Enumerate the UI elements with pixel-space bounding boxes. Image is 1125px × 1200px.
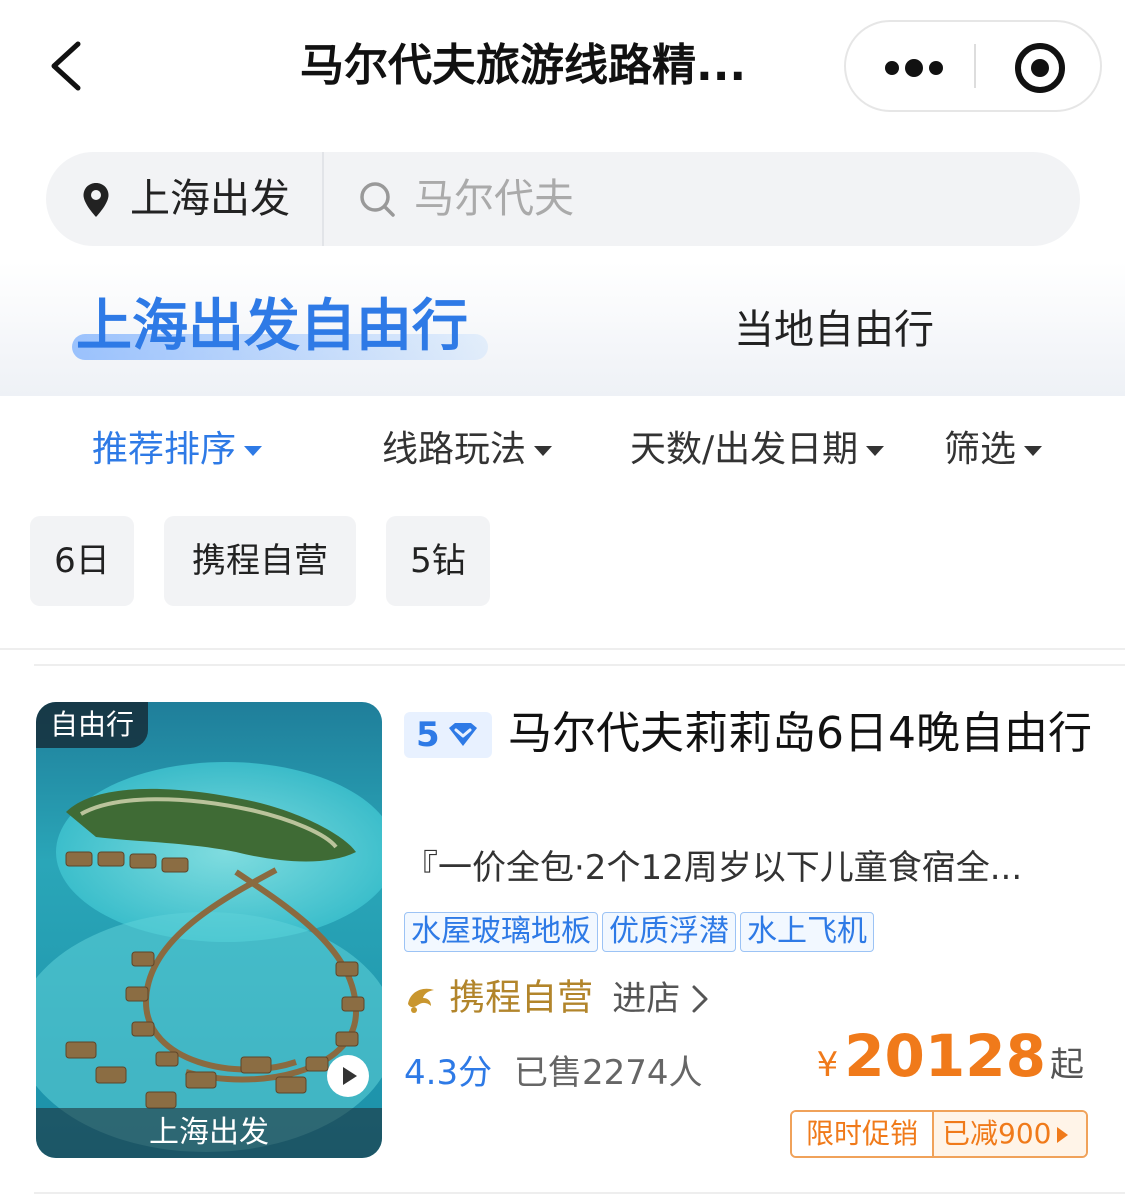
product-description: 『一价全包·2个12周岁以下儿童食宿全... bbox=[404, 848, 1023, 888]
price-currency: ¥ bbox=[816, 1045, 839, 1085]
filter-bar: 推荐排序 线路玩法 天数/出发日期 筛选 bbox=[0, 412, 1125, 492]
play-icon bbox=[327, 1055, 369, 1097]
departure-city-label: 上海出发 bbox=[130, 176, 290, 222]
feature-tag: 水屋玻璃地板 bbox=[404, 912, 598, 952]
section-divider bbox=[0, 648, 1125, 650]
product-thumbnail[interactable]: 自由行 上海出发 bbox=[36, 702, 382, 1158]
play-video-button[interactable] bbox=[326, 1054, 370, 1098]
close-mini-program-button[interactable] bbox=[976, 22, 1100, 110]
store-name: 携程自营 bbox=[449, 977, 594, 1019]
tab-shanghai-free-travel[interactable]: 上海出发自由行 bbox=[76, 292, 468, 362]
store-link[interactable]: 携程自营 进店 bbox=[404, 968, 715, 1028]
diamond-grade-badge: 5 bbox=[404, 712, 492, 758]
price: ¥20128 起 bbox=[817, 1022, 1084, 1098]
feature-tags: 水屋玻璃地板 优质浮潜 水上飞机 bbox=[404, 912, 878, 956]
filter-sort-label: 推荐排序 bbox=[92, 429, 237, 470]
feature-tag: 水上飞机 bbox=[740, 912, 874, 952]
price-value: 20128 bbox=[844, 1022, 1046, 1090]
page: 马尔代夫旅游线路精... 上海出发 马尔代夫 上海出发自由行 当地自由行 推荐排… bbox=[0, 0, 1125, 1200]
quick-filter-chips: 6日 携程自营 5钻 bbox=[0, 516, 1125, 608]
filter-days-date-label: 天数/出发日期 bbox=[630, 429, 859, 470]
thumbnail-caption: 上海出发 bbox=[36, 1108, 382, 1158]
caret-down-icon bbox=[1024, 446, 1043, 456]
search-input[interactable]: 马尔代夫 bbox=[324, 152, 1080, 246]
nav-header: 马尔代夫旅游线路精... bbox=[0, 0, 1125, 130]
chip-5-diamond[interactable]: 5钻 bbox=[386, 516, 490, 606]
caret-down-icon bbox=[244, 446, 263, 456]
promotion-badge[interactable]: 限时促销 已减900 bbox=[790, 1110, 1088, 1158]
target-close-icon bbox=[1015, 43, 1065, 93]
chip-ctrip-self-operated[interactable]: 携程自营 bbox=[164, 516, 356, 606]
travel-type-tabs: 上海出发自由行 当地自由行 bbox=[0, 262, 1125, 396]
chevron-right-icon bbox=[692, 985, 708, 1012]
filter-more[interactable]: 筛选 bbox=[944, 412, 1043, 492]
filter-sort[interactable]: 推荐排序 bbox=[92, 412, 263, 492]
caret-down-icon bbox=[534, 446, 553, 456]
promotion-discount-text: 已减900 bbox=[942, 1117, 1052, 1150]
caret-down-icon bbox=[866, 446, 885, 456]
promotion-label: 限时促销 bbox=[792, 1112, 932, 1156]
list-bottom-divider bbox=[34, 1192, 1125, 1194]
triangle-right-icon bbox=[1057, 1127, 1069, 1143]
tab-local-free-travel[interactable]: 当地自由行 bbox=[734, 300, 934, 360]
rating-score: 4.3分 bbox=[404, 1053, 493, 1093]
product-title[interactable]: 马尔代夫莉莉岛6日4晚自由行 bbox=[404, 702, 1094, 766]
diamond-grade-number: 5 bbox=[416, 715, 440, 755]
search-bar: 上海出发 马尔代夫 bbox=[46, 152, 1080, 246]
more-button[interactable] bbox=[846, 22, 974, 110]
product-card[interactable]: 自由行 上海出发 马尔代夫莉莉岛6日4晚自由行 5 『一价全包·2个12周岁以下… bbox=[0, 666, 1125, 1192]
price-suffix: 起 bbox=[1050, 1045, 1084, 1085]
diamond-icon bbox=[449, 723, 477, 746]
ctrip-dolphin-logo-icon bbox=[408, 988, 434, 1013]
mini-program-capsule bbox=[844, 20, 1102, 112]
page-title: 马尔代夫旅游线路精... bbox=[300, 40, 747, 91]
more-dots-icon bbox=[885, 59, 943, 77]
promotion-discount: 已减900 bbox=[934, 1112, 1086, 1156]
chip-6-days[interactable]: 6日 bbox=[30, 516, 134, 606]
filter-route-type-label: 线路玩法 bbox=[382, 429, 527, 470]
sold-count: 已售2274人 bbox=[514, 1053, 703, 1093]
search-icon bbox=[360, 182, 395, 217]
thumbnail-tag: 自由行 bbox=[36, 702, 149, 748]
chevron-left-icon bbox=[51, 41, 81, 91]
back-button[interactable] bbox=[38, 36, 98, 96]
feature-tag: 优质浮潜 bbox=[602, 912, 736, 952]
departure-city-select[interactable]: 上海出发 bbox=[46, 152, 322, 246]
filter-days-date[interactable]: 天数/出发日期 bbox=[630, 412, 885, 492]
filter-more-label: 筛选 bbox=[944, 429, 1017, 470]
enter-store-label: 进店 bbox=[612, 978, 681, 1019]
filter-route-type[interactable]: 线路玩法 bbox=[382, 412, 553, 492]
location-pin-icon bbox=[83, 183, 109, 217]
search-placeholder: 马尔代夫 bbox=[414, 176, 574, 222]
grade-badge-wrap: 5 bbox=[404, 702, 492, 758]
